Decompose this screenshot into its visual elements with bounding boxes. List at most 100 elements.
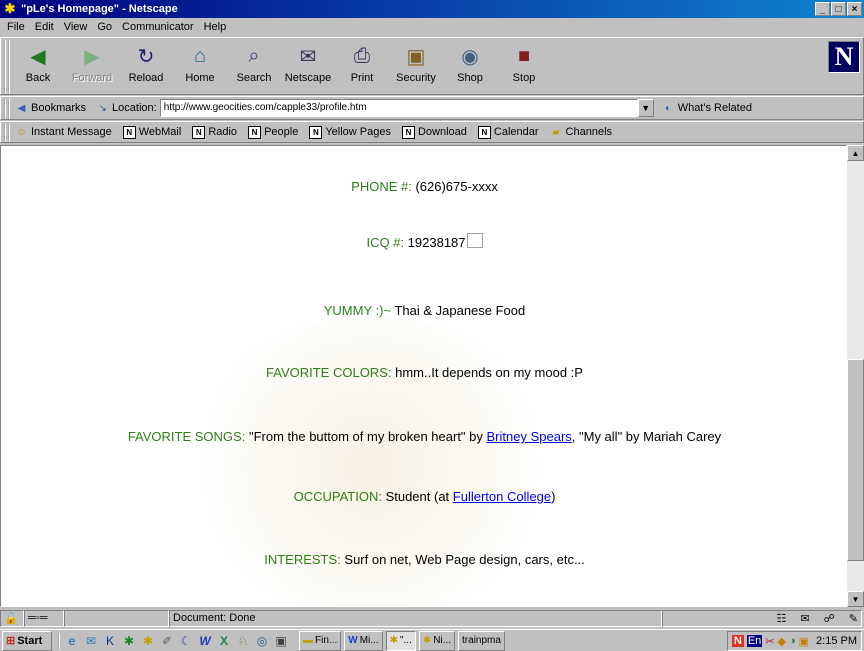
page-content[interactable]: PHONE #: (626)675-xxxx ICQ #: 19238187 Y… (0, 145, 847, 607)
personal-item-radio[interactable]: N Radio (192, 125, 237, 139)
scroll-down-button[interactable]: ▼ (847, 591, 864, 607)
home-icon: ⌂ (193, 44, 207, 67)
bookmarks-button[interactable]: ◀ Bookmarks (15, 102, 86, 115)
back-label: Back (25, 72, 51, 84)
ie-icon[interactable]: e (64, 633, 80, 649)
stop-label: Stop (512, 72, 536, 84)
app-icon-5[interactable]: ✱ (140, 633, 156, 649)
britney-spears-link[interactable]: Britney Spears (487, 429, 572, 444)
netscape-task-icon: ✱ (389, 635, 398, 646)
instant-message-icon: ☺ (16, 126, 27, 138)
minimize-button[interactable]: _ (815, 2, 830, 16)
tray-app-icon-3[interactable]: ◑ (789, 635, 796, 647)
app-icon-11[interactable]: ◎ (254, 633, 270, 649)
scroll-thumb[interactable] (847, 359, 864, 561)
icq-status-image (466, 233, 483, 248)
location-grip[interactable] (4, 99, 10, 119)
menu-view[interactable]: View (59, 21, 93, 33)
navigator-component-icon[interactable]: ☷ (777, 612, 787, 625)
mail-component-icon[interactable]: ✉ (800, 612, 809, 625)
task-trainpma-label: trainpma (462, 635, 501, 646)
page-proxy-icon[interactable]: ↘ (96, 102, 109, 115)
shop-label: Shop (457, 72, 483, 84)
phone-value: (626)675-xxxx (411, 179, 498, 194)
start-button[interactable]: ⊞ Start (2, 630, 52, 651)
personal-item-calendar[interactable]: N Calendar (477, 125, 539, 139)
scroll-up-button[interactable]: ▲ (847, 145, 864, 161)
app-icon-10[interactable]: ♘ (235, 633, 251, 649)
forward-button[interactable]: ▶ Forward (69, 38, 115, 94)
bookmark-page-icon: N (192, 125, 206, 139)
status-bar: 🔓 ═◦═ Document: Done ☷ ✉ ☍ ✎ (0, 608, 864, 628)
bookmark-page-icon: N (122, 125, 136, 139)
window-titlebar[interactable]: ✱ "pLe's Homepage" - Netscape _ □ × (0, 0, 864, 18)
back-button[interactable]: ◀ Back (15, 38, 61, 94)
url-dropdown-button[interactable]: ▼ (637, 99, 654, 117)
reload-button[interactable]: ↻ Reload (123, 38, 169, 94)
menu-edit[interactable]: Edit (30, 21, 59, 33)
app-icon-4[interactable]: ✱ (121, 633, 137, 649)
app-icon-7[interactable]: ☾ (178, 633, 194, 649)
whats-related-button[interactable]: ◐ What's Related (662, 102, 752, 115)
excel-icon[interactable]: X (216, 633, 232, 649)
app-icon-6[interactable]: ✐ (159, 633, 175, 649)
netscape-app-icon[interactable]: ✱ (3, 2, 17, 16)
outlook-icon[interactable]: ✉ (83, 633, 99, 649)
personal-item-webmail[interactable]: N WebMail (122, 125, 181, 139)
personal-item-download[interactable]: N Download (401, 125, 467, 139)
icq-label: ICQ #: (366, 235, 405, 250)
home-button[interactable]: ⌂ Home (177, 38, 223, 94)
netscape-logo-icon[interactable]: N (828, 41, 860, 73)
personal-item-channels[interactable]: ▰ Channels (550, 126, 612, 139)
language-indicator[interactable]: En (746, 635, 763, 647)
netscape-button[interactable]: ✉ Netscape (285, 38, 331, 94)
toolbar-grip[interactable] (4, 40, 10, 94)
yummy-row: YUMMY :)~ Thai & Japanese Food (1, 303, 846, 318)
task-trainpma[interactable]: trainpma (458, 630, 505, 651)
composer-component-icon[interactable]: ✎ (849, 612, 858, 625)
task-word[interactable]: W Mi... (344, 630, 383, 651)
tray-app-icon-4[interactable]: ▣ (799, 635, 809, 648)
close-button[interactable]: × (847, 2, 862, 16)
bookmark-page-icon: N (248, 125, 262, 139)
task-netscape-active[interactable]: ✱ "... (385, 630, 416, 651)
shop-button[interactable]: ◉ Shop (447, 38, 493, 94)
reload-icon: ↻ (137, 45, 155, 68)
stop-button[interactable]: ■ Stop (501, 38, 547, 94)
security-button[interactable]: ▣ Security (393, 38, 439, 94)
desktop-icon[interactable]: ▣ (273, 633, 289, 649)
personal-item-yellow-pages[interactable]: N Yellow Pages (309, 125, 391, 139)
task-find[interactable]: ▬ Fin... (299, 630, 342, 651)
task-find-label: Fin... (315, 635, 338, 646)
menu-communicator[interactable]: Communicator (117, 21, 199, 33)
personal-item-instant-message[interactable]: ☺ Instant Message (15, 126, 111, 139)
app-k-icon[interactable]: K (102, 633, 118, 649)
maximize-button[interactable]: □ (831, 2, 846, 16)
url-input[interactable]: http://www.geocities.com/capple33/profil… (159, 99, 638, 117)
menu-bar: File Edit View Go Communicator Help (0, 18, 864, 36)
fullerton-college-link[interactable]: Fullerton College (453, 489, 551, 504)
personal-item-people[interactable]: N People (248, 125, 298, 139)
word-icon[interactable]: W (197, 633, 213, 649)
search-button[interactable]: ⌕ Search (231, 38, 277, 94)
favorite-songs-label: FAVORITE SONGS: (127, 429, 246, 444)
location-toolbar: ◀ Bookmarks ↘ Location: http://www.geoci… (0, 96, 864, 120)
status-text: Document: Done (169, 609, 662, 627)
online-status-icon[interactable]: ═◦═ (24, 609, 64, 627)
netscape-tray-icon[interactable]: N (731, 635, 744, 647)
groups-component-icon[interactable]: ☍ (824, 612, 835, 625)
folder-icon: ▬ (303, 635, 313, 646)
vertical-scrollbar[interactable]: ▲ ▼ (847, 145, 864, 607)
tray-app-icon-2[interactable]: ◆ (778, 635, 786, 648)
personal-grip[interactable] (4, 124, 10, 142)
favorite-songs-text-1: "From the buttom of my broken heart" by (245, 429, 487, 444)
print-label: Print (350, 72, 374, 84)
menu-file[interactable]: File (2, 21, 30, 33)
tray-app-icon-1[interactable]: ✂ (765, 635, 774, 648)
menu-help[interactable]: Help (199, 21, 232, 33)
task-netscape-2[interactable]: ✱ Ni... (418, 630, 456, 651)
print-button[interactable]: ⎙ Print (339, 38, 385, 94)
system-tray: N En ✂ ◆ ◑ ▣ 2:15 PM (726, 631, 862, 651)
menu-go[interactable]: Go (92, 21, 117, 33)
security-status-icon[interactable]: 🔓 (0, 609, 24, 627)
